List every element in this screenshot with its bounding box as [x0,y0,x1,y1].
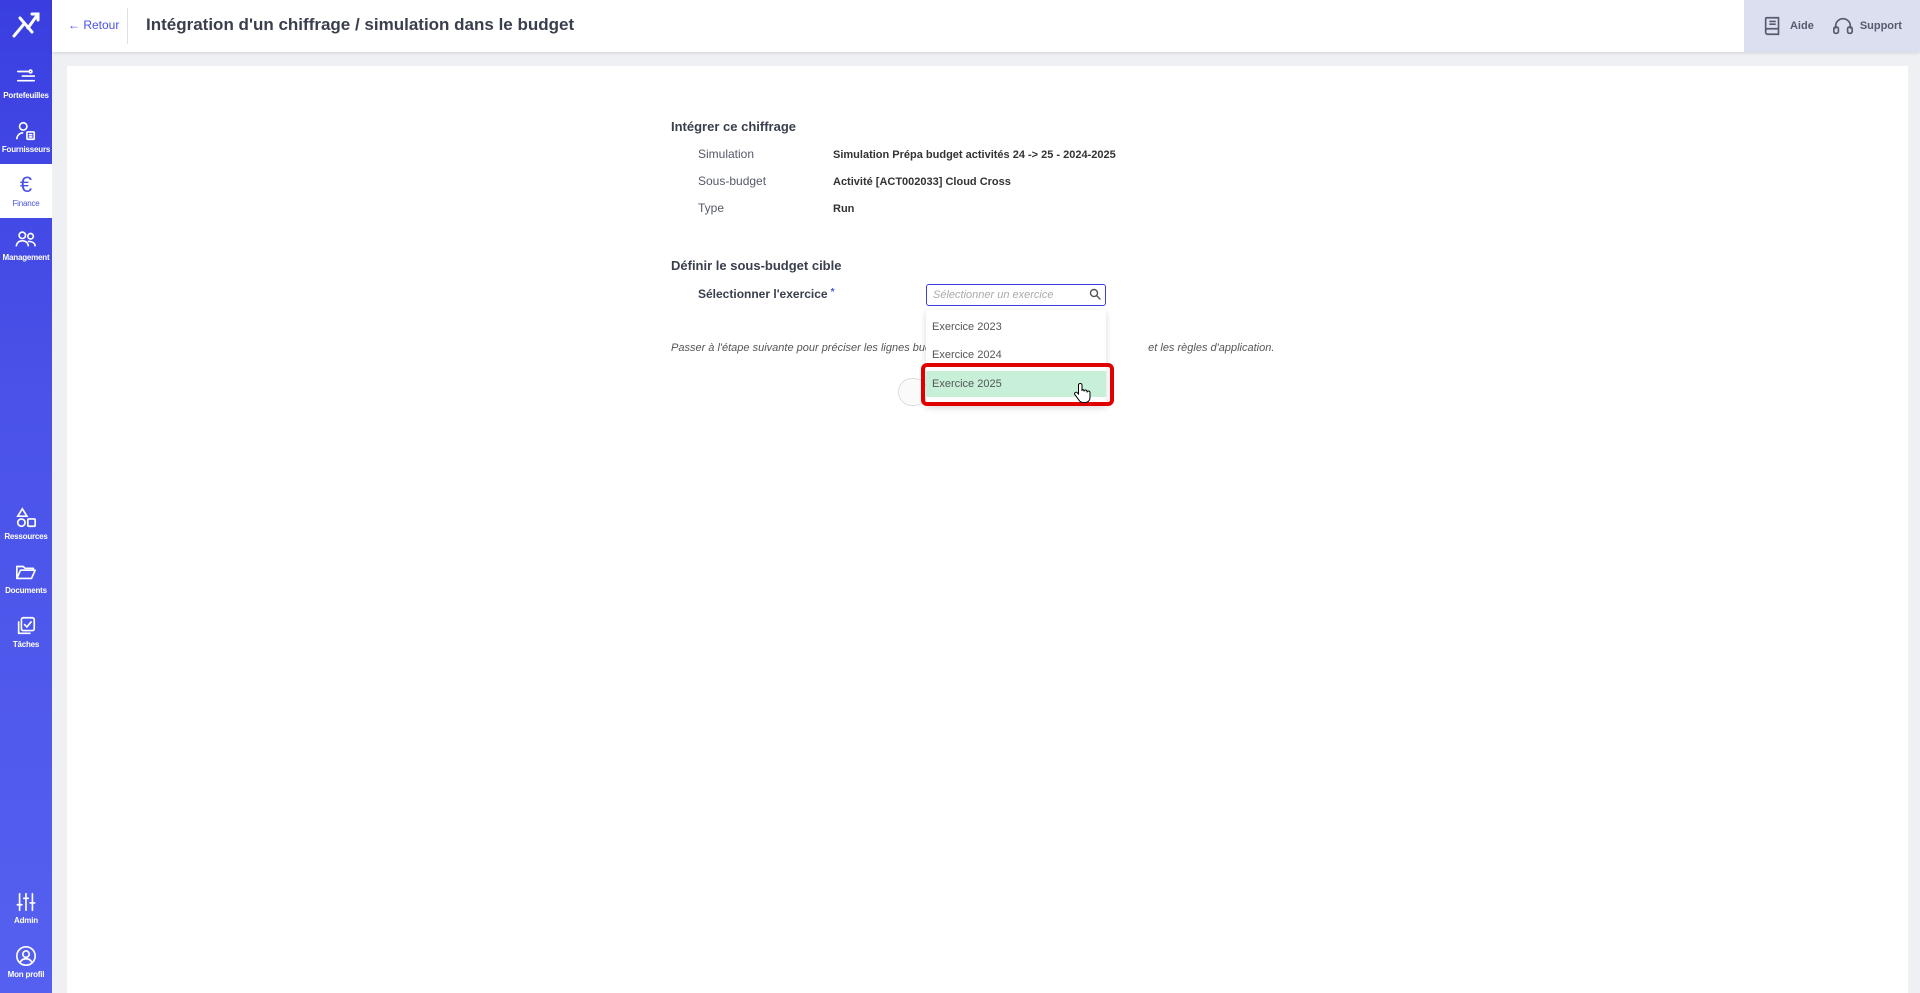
hint-text-start: Passer à l'étape suivante pour préciser … [671,342,932,354]
dropdown-option-2024[interactable]: Exercice 2024 [926,342,1106,368]
simulation-value: Simulation Prépa budget activités 24 -> … [833,149,1116,161]
simulation-label: Simulation [698,147,755,161]
hand-cursor-icon [1074,383,1091,403]
topbar-actions: Aide Support [1744,0,1920,52]
subbudget-label: Sous-budget [698,174,767,188]
sidebar-item-label: Admin [14,916,38,925]
sidebar: Portefeuilles Fournisseurs € Finance Man… [0,0,52,993]
sidebar-item-label: Mon profil [7,970,45,979]
support-label: Support [1859,20,1902,32]
help-label: Aide [1789,20,1814,32]
sidebar-item-label: Ressources [4,532,48,541]
sidebar-item-label: Fournisseurs [1,145,51,154]
required-mark: * [830,287,835,298]
sliders-icon [16,892,36,912]
tasks-icon [17,616,36,635]
exercise-select-input[interactable] [926,284,1106,306]
back-link[interactable]: ← Retour [68,18,119,32]
sidebar-item-ressources[interactable]: Ressources [0,497,52,551]
sidebar-item-admin[interactable]: Admin [0,881,52,935]
sidebar-item-portefeuilles[interactable]: Portefeuilles [0,56,52,110]
help-button[interactable]: Aide [1762,15,1814,37]
hint-text-end: et les règles d'application. [1148,342,1275,354]
sidebar-item-label: Management [2,253,50,262]
next-button[interactable] [898,378,928,406]
exercise-label: Sélectionner l'exercice * [698,287,835,301]
exercise-label-text: Sélectionner l'exercice [698,287,828,301]
dropdown-option-2023[interactable]: Exercice 2023 [926,314,1106,340]
sidebar-item-label: Tâches [12,640,40,649]
type-value: Run [833,203,855,215]
portfolio-icon [16,69,36,82]
target-section-title: Définir le sous-budget cible [671,258,842,273]
topbar-divider [127,8,128,44]
management-icon [15,231,36,247]
support-button[interactable]: Support [1832,15,1902,37]
euro-icon: € [19,172,33,197]
sidebar-item-fournisseurs[interactable]: Fournisseurs [0,110,52,164]
sidebar-item-label: Portefeuilles [3,91,49,100]
search-icon [1089,288,1101,300]
suppliers-icon [16,121,36,141]
type-label: Type [698,201,725,215]
resources-icon [16,507,36,528]
main-card [67,66,1908,993]
sidebar-item-finance[interactable]: € Finance [0,164,52,218]
sidebar-item-label: Finance [12,199,40,208]
sidebar-item-management[interactable]: Management [0,218,52,272]
sidebar-item-label: Documents [5,586,47,595]
folder-icon [16,565,36,580]
integrate-section-title: Intégrer ce chiffrage [671,119,796,134]
app-logo-icon[interactable] [10,10,42,42]
sidebar-item-mon-profil[interactable]: Mon profil [0,935,52,989]
sidebar-item-documents[interactable]: Documents [0,551,52,605]
profile-icon [16,946,36,966]
book-icon [1764,16,1780,36]
sidebar-item-taches[interactable]: Tâches [0,605,52,659]
subbudget-value: Activité [ACT002033] Cloud Cross [833,176,1011,188]
headset-icon [1832,17,1853,35]
topbar: ← Retour Intégration d'un chiffrage / si… [52,0,1920,52]
page-title: Intégration d'un chiffrage / simulation … [146,15,575,34]
